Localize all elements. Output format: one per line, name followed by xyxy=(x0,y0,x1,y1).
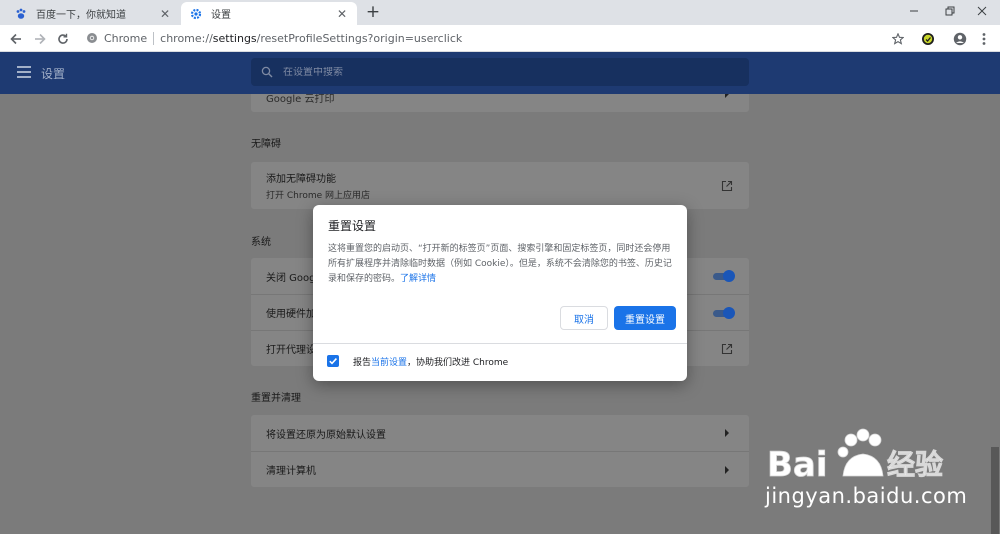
open-in-new-icon xyxy=(721,180,733,192)
section-title-reset: 重置并清理 xyxy=(251,393,301,404)
back-button[interactable] xyxy=(6,29,26,49)
dialog-divider xyxy=(313,343,687,344)
chrome-logo-icon xyxy=(86,32,98,47)
dialog-title: 重置设置 xyxy=(328,219,377,233)
minimize-button[interactable] xyxy=(896,0,932,22)
row-label: 打开代理设 xyxy=(266,345,316,356)
dialog-body-text: 这将重置您的启动页、“打开新的标签页”页面、搜索引擎和固定标签页，同时还会停用所… xyxy=(328,244,672,284)
settings-row-cloud-print[interactable]: Google 云打印 xyxy=(251,94,749,112)
toggle-switch[interactable] xyxy=(711,270,735,282)
browser-toolbar: Chrome chrome://settings/resetProfileSet… xyxy=(0,25,1000,52)
section-title-accessibility: 无障碍 xyxy=(251,139,281,150)
bookmark-star-icon[interactable] xyxy=(888,29,908,49)
site-label: Chrome xyxy=(104,32,148,45)
chevron-right-icon xyxy=(725,94,729,98)
reload-button[interactable] xyxy=(53,29,73,49)
svg-text:经验: 经验 xyxy=(887,448,943,481)
settings-header: 设置 xyxy=(0,52,1000,94)
settings-row-clean-computer[interactable]: 清理计算机 xyxy=(251,451,749,487)
settings-row-accessibility[interactable]: 添加无障碍功能 打开 Chrome 网上应用店 xyxy=(251,162,749,209)
row-label: Google 云打印 xyxy=(266,94,335,105)
baidu-jingyan-watermark: Bai 经验 jingyan.baidu.com xyxy=(765,428,968,514)
settings-card: 将设置还原为原始默认设置 清理计算机 xyxy=(251,415,749,487)
row-label: 使用硬件加 xyxy=(266,309,316,320)
settings-card: 添加无障碍功能 打开 Chrome 网上应用店 xyxy=(251,162,749,209)
page-title: 设置 xyxy=(41,67,66,81)
learn-more-link[interactable]: 了解详情 xyxy=(400,274,436,284)
hamburger-menu-icon[interactable] xyxy=(17,66,31,78)
chevron-right-icon xyxy=(725,429,729,437)
settings-row-restore-defaults[interactable]: 将设置还原为原始默认设置 xyxy=(251,415,749,451)
row-label: 添加无障碍功能 xyxy=(266,174,336,185)
address-bar[interactable]: Chrome chrome://settings/resetProfileSet… xyxy=(80,28,915,49)
scrollbar-thumb[interactable] xyxy=(991,447,999,534)
checkmark-icon xyxy=(329,358,337,365)
baidu-paw-icon xyxy=(14,7,28,21)
search-input[interactable] xyxy=(283,66,723,78)
tab-title: 设置 xyxy=(211,10,231,21)
restore-button[interactable] xyxy=(932,0,968,22)
dialog-footer: 报告 当前设置 ，协助我们改进 Chrome xyxy=(327,353,508,369)
omnibox-separator xyxy=(153,32,155,45)
open-in-new-icon xyxy=(721,343,733,355)
tab-baidu[interactable]: 百度一下，你就知道 ✕ xyxy=(6,2,180,25)
settings-search[interactable] xyxy=(251,58,749,86)
watermark-url: jingyan.baidu.com xyxy=(765,484,968,508)
toggle-switch[interactable] xyxy=(711,306,735,319)
baidu-logo-icon: Bai 经验 xyxy=(767,428,943,485)
close-window-button[interactable] xyxy=(964,0,1000,22)
row-sublabel: 打开 Chrome 网上应用店 xyxy=(266,191,371,201)
cancel-button[interactable]: 取消 xyxy=(560,306,608,330)
reset-settings-button[interactable]: 重置设置 xyxy=(614,306,676,330)
gear-icon xyxy=(189,7,203,21)
menu-dots-icon[interactable] xyxy=(974,29,994,49)
section-title-system: 系统 xyxy=(251,237,271,248)
close-icon[interactable]: ✕ xyxy=(158,7,172,21)
footer-prefix: 报告 xyxy=(353,357,372,368)
extension-icon[interactable] xyxy=(918,29,938,49)
report-checkbox[interactable] xyxy=(327,355,339,367)
svg-text:Bai: Bai xyxy=(767,445,828,485)
tab-settings[interactable]: 设置 ✕ xyxy=(181,2,357,25)
chevron-right-icon xyxy=(725,465,729,474)
url-text: chrome://settings/resetProfileSettings?o… xyxy=(160,32,463,45)
current-settings-link[interactable]: 当前设置 xyxy=(371,355,407,368)
profile-avatar-icon[interactable] xyxy=(950,29,970,49)
close-icon[interactable]: ✕ xyxy=(335,7,349,21)
footer-suffix: ，协助我们改进 Chrome xyxy=(407,357,509,368)
tab-strip: 百度一下，你就知道 ✕ 设置 ✕ + xyxy=(0,0,1000,25)
reset-settings-dialog: 重置设置 这将重置您的启动页、“打开新的标签页”页面、搜索引擎和固定标签页，同时… xyxy=(313,205,687,381)
dialog-body: 这将重置您的启动页、“打开新的标签页”页面、搜索引擎和固定标签页，同时还会停用所… xyxy=(328,242,673,287)
settings-card: Google 云打印 xyxy=(251,94,749,112)
new-tab-button[interactable]: + xyxy=(364,3,382,21)
row-label: 清理计算机 xyxy=(266,466,316,477)
forward-button[interactable] xyxy=(30,29,50,49)
search-icon xyxy=(261,66,273,78)
tab-title: 百度一下，你就知道 xyxy=(36,10,126,21)
row-label: 将设置还原为原始默认设置 xyxy=(266,429,386,441)
